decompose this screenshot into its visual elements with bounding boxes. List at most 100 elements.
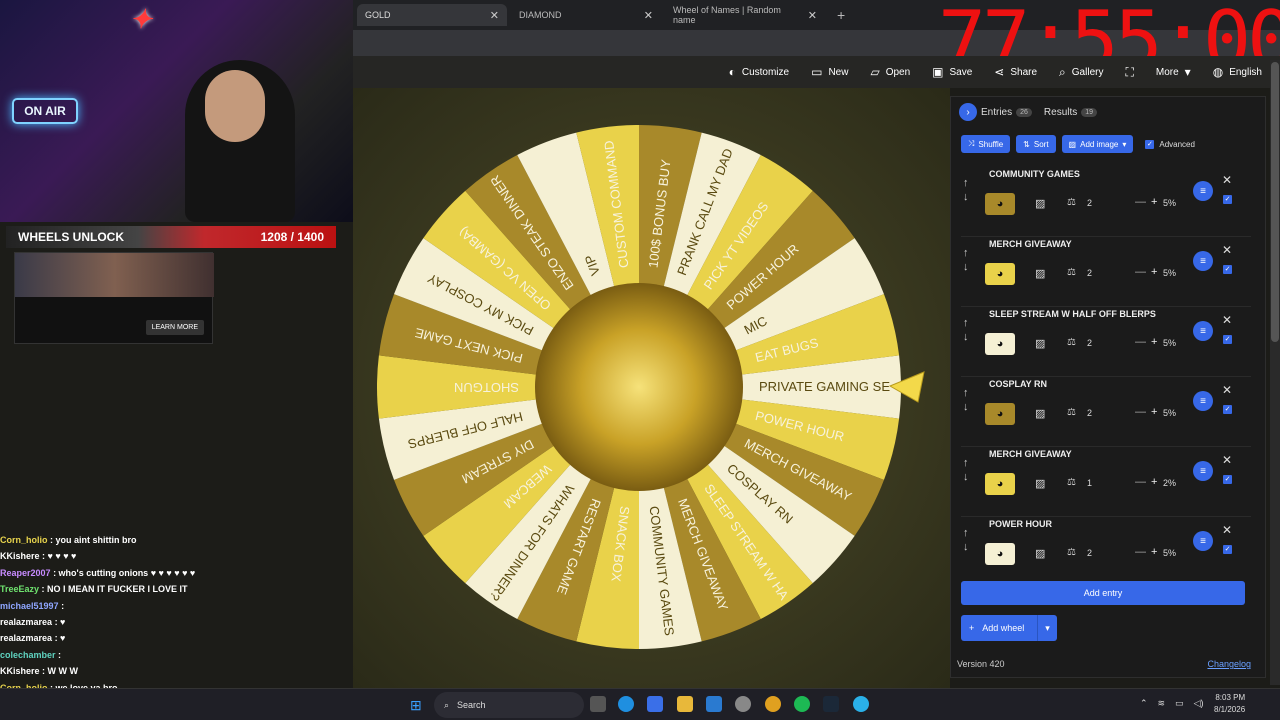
entry-settings-button[interactable]: ≡ [1193, 391, 1213, 411]
entry-settings-button[interactable]: ≡ [1193, 321, 1213, 341]
increase-weight-button[interactable]: + [1151, 196, 1157, 208]
share-button[interactable]: ⋖ Share [994, 65, 1037, 79]
entry-image-button[interactable]: ▨ [1035, 477, 1045, 490]
weight-value[interactable]: 1 [1087, 478, 1092, 488]
increase-weight-button[interactable]: + [1151, 266, 1157, 278]
color-swatch-button[interactable]: ◕ [985, 333, 1015, 355]
arrow-up-icon[interactable]: ↑ [963, 457, 969, 469]
save-button[interactable]: ▣ Save [932, 65, 972, 79]
decrease-weight-button[interactable]: — [1135, 476, 1146, 488]
entry-settings-button[interactable]: ≡ [1193, 531, 1213, 551]
entry-name[interactable]: COMMUNITY GAMES [989, 169, 1080, 179]
entry-settings-button[interactable]: ≡ [1193, 181, 1213, 201]
chat-username[interactable]: colechamber [0, 650, 56, 660]
chat-username[interactable]: KKishere [0, 551, 40, 561]
arrow-down-icon[interactable]: ↓ [963, 401, 969, 413]
arrow-up-icon[interactable]: ↑ [963, 387, 969, 399]
tab-wheel-of-names[interactable]: Wheel of Names | Random name ✕ [665, 4, 825, 26]
more-button[interactable]: More ▾ [1156, 65, 1191, 79]
changelog-link[interactable]: Changelog [1207, 659, 1251, 669]
wheel-hub[interactable] [535, 283, 743, 491]
tab-gold[interactable]: GOLD ✕ [357, 4, 507, 26]
weight-value[interactable]: 2 [1087, 198, 1092, 208]
arrow-down-icon[interactable]: ↓ [963, 471, 969, 483]
chat-username[interactable]: realazmarea [0, 633, 52, 643]
close-icon[interactable]: ✕ [644, 9, 653, 22]
decrease-weight-button[interactable]: — [1135, 196, 1146, 208]
tab-entries[interactable]: › Entries 26 [959, 103, 1032, 121]
edge-icon[interactable] [618, 696, 634, 712]
arrow-down-icon[interactable]: ↓ [963, 191, 969, 203]
arrow-down-icon[interactable]: ↓ [963, 541, 969, 553]
close-icon[interactable]: ✕ [1222, 523, 1232, 537]
chat-username[interactable]: KKishere [0, 666, 40, 676]
weight-value[interactable]: 2 [1087, 548, 1092, 558]
gallery-button[interactable]: ⌕ Gallery [1059, 65, 1103, 80]
entry-enabled-checkbox[interactable]: ✓ [1223, 335, 1232, 344]
arrow-up-icon[interactable]: ↑ [963, 247, 969, 259]
entry-name[interactable]: MERCH GIVEAWAY [989, 239, 1072, 249]
entry-enabled-checkbox[interactable]: ✓ [1223, 405, 1232, 414]
arrow-down-icon[interactable]: ↓ [963, 261, 969, 273]
entry-image-button[interactable]: ▨ [1035, 337, 1045, 350]
language-button[interactable]: ◍ English [1213, 65, 1262, 79]
color-swatch-button[interactable]: ◕ [985, 543, 1015, 565]
add-wheel-button[interactable]: + Add wheel ▾ [961, 615, 1057, 641]
arrow-up-icon[interactable]: ↑ [963, 527, 969, 539]
taskbar-search[interactable]: ⌕ Search [434, 692, 584, 718]
color-swatch-button[interactable]: ◕ [985, 263, 1015, 285]
tab-diamond[interactable]: DIAMOND ✕ [511, 4, 661, 26]
chevron-down-icon[interactable]: ▾ [1037, 615, 1057, 641]
edge-active-icon[interactable] [853, 696, 869, 712]
increase-weight-button[interactable]: + [1151, 406, 1157, 418]
entry-image-button[interactable]: ▨ [1035, 547, 1045, 560]
chat-username[interactable]: Reaper2007 [0, 568, 51, 578]
scrollbar-thumb[interactable] [1271, 62, 1279, 342]
spotify-icon[interactable] [794, 696, 810, 712]
chrome-icon[interactable] [765, 696, 781, 712]
add-entry-button[interactable]: Add entry [961, 581, 1245, 605]
volume-icon[interactable]: ◁) [1194, 698, 1204, 709]
arrow-up-icon[interactable]: ↑ [963, 317, 969, 329]
entry-enabled-checkbox[interactable]: ✓ [1223, 545, 1232, 554]
store-icon[interactable] [706, 696, 722, 712]
close-icon[interactable]: ✕ [1222, 383, 1232, 397]
close-icon[interactable]: ✕ [1222, 453, 1232, 467]
entry-image-button[interactable]: ▨ [1035, 197, 1045, 210]
arrow-down-icon[interactable]: ↓ [963, 331, 969, 343]
entry-image-button[interactable]: ▨ [1035, 407, 1045, 420]
taskbar-clock[interactable]: 8:03 PM 8/1/2026 [1214, 692, 1245, 716]
weight-value[interactable]: 2 [1087, 338, 1092, 348]
chat-username[interactable]: Corn_holio [0, 535, 48, 545]
chat-username[interactable]: realazmarea [0, 617, 52, 627]
entry-settings-button[interactable]: ≡ [1193, 251, 1213, 271]
weight-value[interactable]: 2 [1087, 268, 1092, 278]
decrease-weight-button[interactable]: — [1135, 546, 1146, 558]
decrease-weight-button[interactable]: — [1135, 266, 1146, 278]
settings-icon[interactable] [735, 696, 751, 712]
decrease-weight-button[interactable]: — [1135, 406, 1146, 418]
entry-enabled-checkbox[interactable]: ✓ [1223, 195, 1232, 204]
close-icon[interactable]: ✕ [1222, 173, 1232, 187]
chevron-up-icon[interactable]: ⌃ [1140, 698, 1148, 709]
entry-name[interactable]: SLEEP STREAM W HALF OFF BLERPS [989, 309, 1156, 319]
tab-results[interactable]: Results 19 [1044, 107, 1098, 118]
close-icon[interactable]: ✕ [1222, 313, 1232, 327]
close-icon[interactable]: ✕ [490, 9, 499, 22]
chat-username[interactable]: TreeEazy [0, 584, 39, 594]
color-swatch-button[interactable]: ◕ [985, 403, 1015, 425]
entry-enabled-checkbox[interactable]: ✓ [1223, 265, 1232, 274]
fullscreen-button[interactable]: ⛶ [1125, 65, 1133, 80]
arrow-up-icon[interactable]: ↑ [963, 177, 969, 189]
color-swatch-button[interactable]: ◕ [985, 193, 1015, 215]
increase-weight-button[interactable]: + [1151, 546, 1157, 558]
weight-value[interactable]: 2 [1087, 408, 1092, 418]
copilot-icon[interactable] [647, 696, 663, 712]
entry-enabled-checkbox[interactable]: ✓ [1223, 475, 1232, 484]
open-button[interactable]: ▱ Open [870, 65, 910, 79]
customize-button[interactable]: ◐ Customize [729, 65, 790, 79]
file-explorer-icon[interactable] [677, 696, 693, 712]
entry-image-button[interactable]: ▨ [1035, 267, 1045, 280]
entry-name[interactable]: MERCH GIVEAWAY [989, 449, 1072, 459]
entry-name[interactable]: POWER HOUR [989, 519, 1052, 529]
